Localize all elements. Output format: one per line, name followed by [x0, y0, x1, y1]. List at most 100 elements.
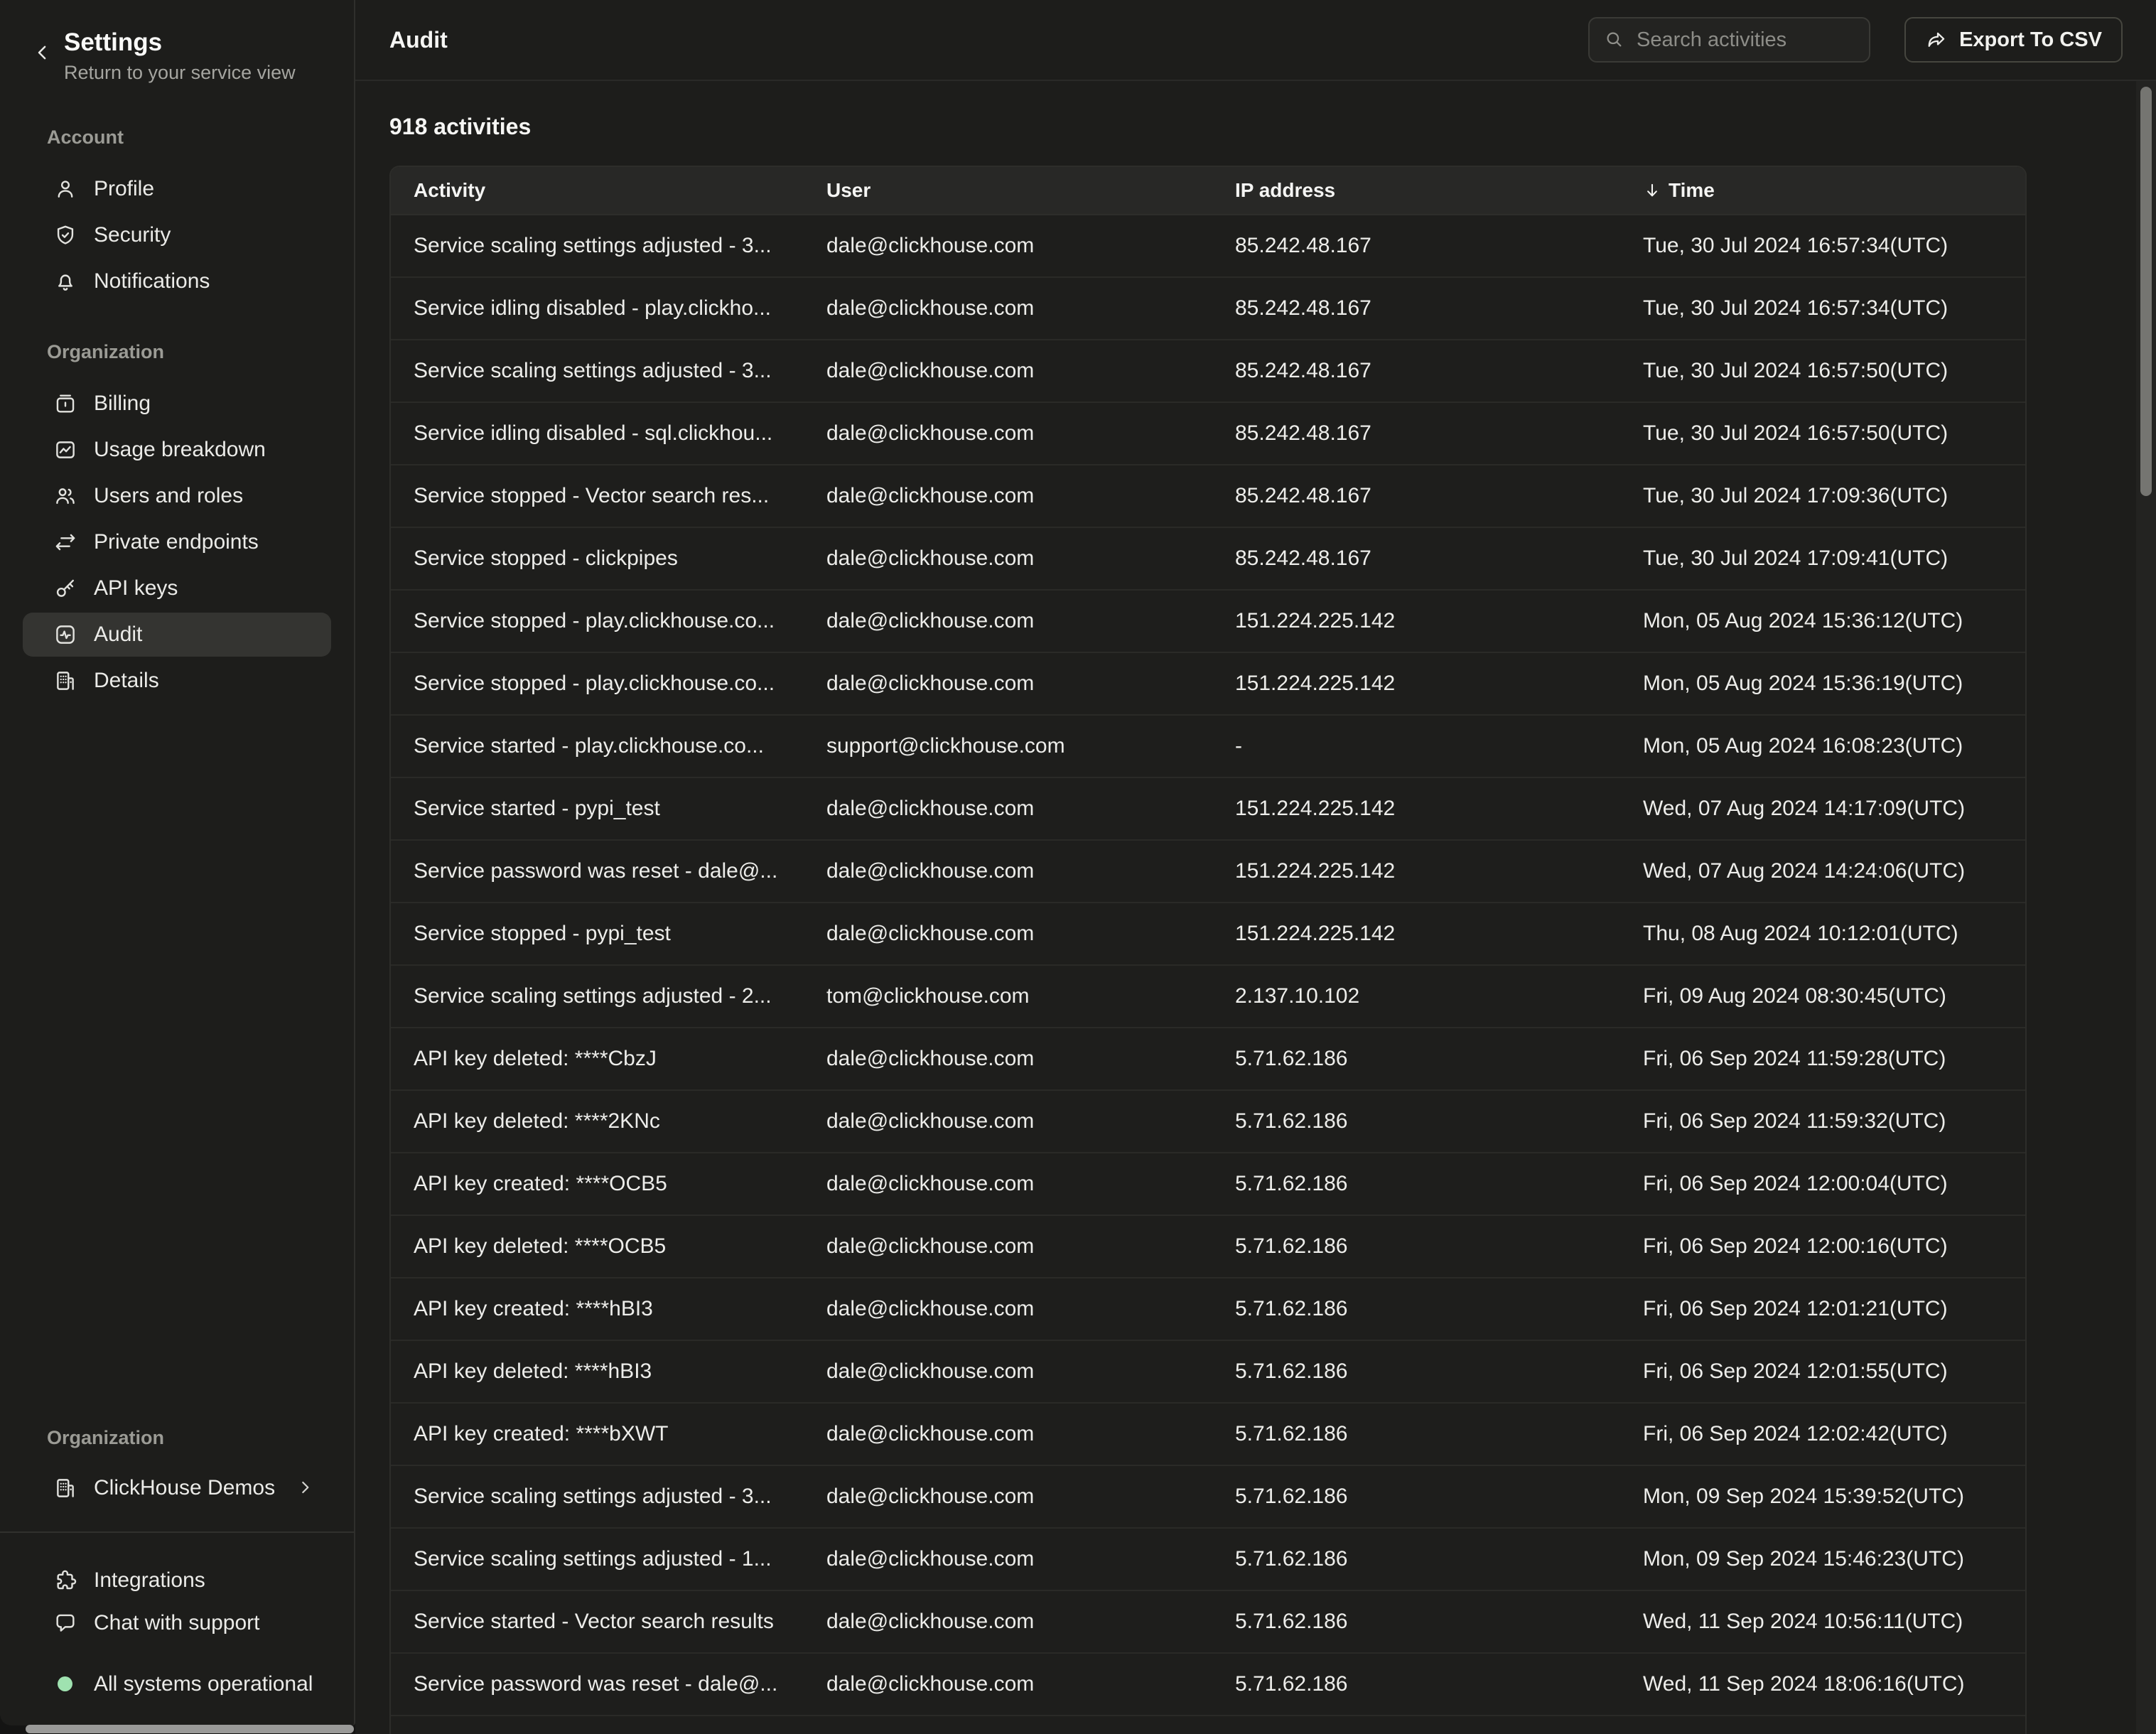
cell-activity: API key created: ****OCB5 [391, 1172, 826, 1196]
cell-user: dale@clickhouse.com [826, 1297, 1235, 1321]
cell-time: Wed, 07 Aug 2024 14:17:09(UTC) [1643, 797, 2025, 821]
topbar: Audit Export To CSV [355, 0, 2156, 81]
column-header-time[interactable]: Time [1643, 179, 2025, 202]
sidebar-item-profile[interactable]: Profile [23, 167, 331, 211]
audit-content: 918 activities Activity User IP address … [355, 81, 2156, 1734]
table-row: Service scaling settings adjusted - 3...… [391, 340, 2025, 403]
cell-user: dale@clickhouse.com [826, 1485, 1235, 1509]
cell-user: dale@clickhouse.com [826, 421, 1235, 446]
cell-ip: 85.242.48.167 [1235, 546, 1643, 571]
horizontal-scrollbar-thumb[interactable] [26, 1725, 354, 1733]
table-row: Service stopped - play.clickhouse.co...d… [391, 591, 2025, 653]
audit-icon [53, 622, 78, 647]
system-status-link[interactable]: All systems operational [23, 1664, 331, 1704]
search-input[interactable] [1635, 28, 1855, 53]
cell-ip: 5.71.62.186 [1235, 1672, 1643, 1696]
export-csv-button[interactable]: Export To CSV [1904, 17, 2123, 63]
sidebar-item-security[interactable]: Security [23, 213, 331, 257]
cell-activity: Service password was reset - dale@... [391, 859, 826, 883]
column-header-ip[interactable]: IP address [1235, 179, 1643, 202]
sidebar-item-details[interactable]: Details [23, 659, 331, 703]
cell-time: Fri, 06 Sep 2024 12:02:42(UTC) [1643, 1422, 2025, 1446]
column-header-activity[interactable]: Activity [391, 179, 826, 202]
cell-activity: Service idling disabled - play.clickho..… [391, 296, 826, 321]
sidebar-item-api-keys[interactable]: API keys [23, 566, 331, 610]
cell-time: Mon, 09 Sep 2024 15:46:23(UTC) [1643, 1547, 2025, 1571]
cell-activity: Service stopped - Vector search res... [391, 484, 826, 508]
footer-nav-list: Integrations Chat with support [0, 1560, 354, 1645]
sidebar-item-label: API keys [94, 576, 178, 601]
cell-time: Tue, 30 Jul 2024 16:57:34(UTC) [1643, 296, 2025, 321]
cell-activity: Service stopped - pypi_test [391, 922, 826, 946]
cell-ip: - [1235, 734, 1643, 758]
cell-user: dale@clickhouse.com [826, 359, 1235, 383]
billing-icon [53, 391, 78, 416]
sidebar-item-integrations[interactable]: Integrations [23, 1560, 331, 1600]
sidebar-title-block: Settings Return to your service view [64, 27, 296, 85]
cell-ip: 5.71.62.186 [1235, 1047, 1643, 1071]
sidebar-item-label: Chat with support [94, 1611, 259, 1635]
cell-user: dale@clickhouse.com [826, 922, 1235, 946]
sidebar-spacer [0, 705, 354, 1427]
org-switcher[interactable]: ClickHouse Demos [23, 1466, 331, 1510]
export-icon [1925, 28, 1948, 51]
sidebar-item-users-and-roles[interactable]: Users and roles [23, 474, 331, 518]
key-icon [53, 576, 78, 601]
status-label: All systems operational [94, 1672, 313, 1696]
cell-activity: Service scaling settings adjusted - 2... [391, 984, 826, 1008]
table-body: Service scaling settings adjusted - 3...… [391, 215, 2025, 1734]
organization-nav-list: BillingUsage breakdownUsers and roles Pri… [0, 382, 354, 705]
sidebar-item-label: Details [94, 669, 159, 693]
cell-user: dale@clickhouse.com [826, 296, 1235, 321]
table-row: API key created: ****hBI3dale@clickhouse… [391, 1278, 2025, 1341]
sidebar-item-audit[interactable]: Audit [23, 613, 331, 657]
page-subtitle: Return to your service view [64, 60, 296, 85]
chat-icon [53, 1610, 78, 1636]
cell-activity: Service stopped - play.clickhouse.co... [391, 672, 826, 696]
cell-activity: API key created: ****bXWT [391, 1422, 826, 1446]
cell-time: Mon, 05 Aug 2024 16:08:23(UTC) [1643, 734, 2025, 758]
cell-activity: API key deleted: ****hBI3 [391, 1359, 826, 1384]
account-nav-list: ProfileSecurityNotifications [0, 167, 354, 306]
table-row: Service stopped - observability-demodale… [391, 1716, 2025, 1734]
table-row: Service password was reset - dale@...dal… [391, 1654, 2025, 1716]
cell-activity: API key deleted: ****2KNc [391, 1109, 826, 1133]
vertical-scrollbar-track[interactable] [2136, 81, 2156, 1734]
page-heading: Audit [389, 27, 1588, 53]
vertical-scrollbar-thumb[interactable] [2140, 87, 2152, 496]
section-label-account: Account [47, 126, 354, 149]
cell-time: Tue, 30 Jul 2024 16:57:50(UTC) [1643, 359, 2025, 383]
bell-icon [53, 269, 78, 294]
column-header-user[interactable]: User [826, 179, 1235, 202]
cell-ip: 85.242.48.167 [1235, 359, 1643, 383]
cell-time: Fri, 06 Sep 2024 11:59:28(UTC) [1643, 1047, 2025, 1071]
sidebar-item-chat-with-support[interactable]: Chat with support [23, 1603, 331, 1643]
sidebar-header: Settings Return to your service view [0, 0, 354, 85]
cell-ip: 5.71.62.186 [1235, 1297, 1643, 1321]
cell-activity: Service scaling settings adjusted - 3... [391, 1485, 826, 1509]
sidebar-item-billing[interactable]: Billing [23, 382, 331, 426]
table-row: Service scaling settings adjusted - 1...… [391, 1529, 2025, 1591]
back-button[interactable] [27, 38, 58, 70]
cell-activity: API key deleted: ****OCB5 [391, 1234, 826, 1259]
column-header-time-label: Time [1669, 179, 1715, 202]
cell-user: support@clickhouse.com [826, 734, 1235, 758]
sidebar-item-label: Integrations [94, 1568, 205, 1593]
table-row: API key deleted: ****2KNcdale@clickhouse… [391, 1091, 2025, 1153]
sidebar-item-notifications[interactable]: Notifications [23, 259, 331, 303]
org-switcher-label: ClickHouse Demos [94, 1476, 296, 1500]
cell-user: dale@clickhouse.com [826, 609, 1235, 633]
cell-ip: 85.242.48.167 [1235, 234, 1643, 258]
cell-ip: 5.71.62.186 [1235, 1109, 1643, 1133]
cell-user: dale@clickhouse.com [826, 1359, 1235, 1384]
sidebar-item-private-endpoints[interactable]: Private endpoints [23, 520, 331, 564]
cell-user: dale@clickhouse.com [826, 1234, 1235, 1259]
table-row: Service started - play.clickhouse.co...s… [391, 716, 2025, 778]
person-icon [53, 176, 78, 202]
cell-time: Fri, 06 Sep 2024 12:00:04(UTC) [1643, 1172, 2025, 1196]
cell-ip: 151.224.225.142 [1235, 609, 1643, 633]
cell-user: dale@clickhouse.com [826, 1172, 1235, 1196]
building-icon [53, 668, 78, 694]
sidebar-item-usage-breakdown[interactable]: Usage breakdown [23, 428, 331, 472]
sidebar-item-label: Private endpoints [94, 530, 259, 554]
